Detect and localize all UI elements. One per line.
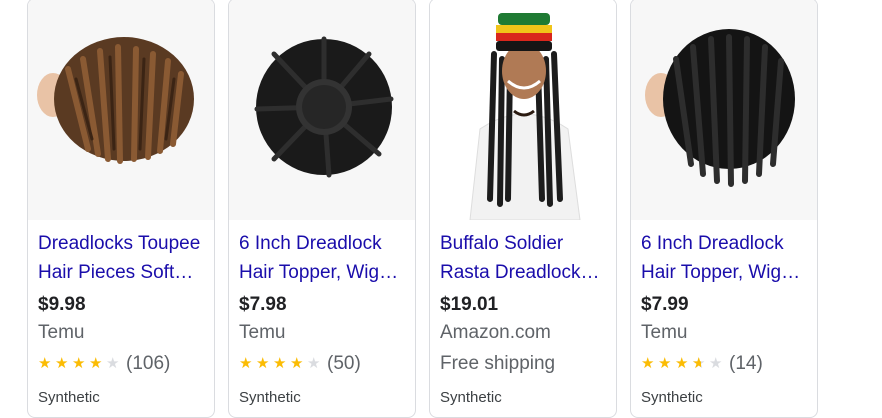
star-half-icon: ★ bbox=[692, 354, 709, 374]
rating-stars: ★ ★ ★ ★ ★ bbox=[239, 354, 324, 374]
star-empty-icon: ★ bbox=[709, 355, 723, 372]
product-image[interactable] bbox=[229, 0, 415, 220]
product-card[interactable]: 6 Inch Dreadlock Hair Topper, Wig… $7.99… bbox=[630, 0, 818, 418]
star-filled-icon: ★ bbox=[675, 355, 689, 372]
product-attribute: Synthetic bbox=[239, 389, 301, 406]
product-card[interactable]: Dreadlocks Toupee Hair Pieces Soft… $9.9… bbox=[27, 0, 215, 418]
star-filled-icon: ★ bbox=[239, 355, 253, 372]
product-price: $19.01 bbox=[440, 294, 499, 315]
rating-stars: ★ ★ ★ ★ ★ bbox=[641, 354, 726, 374]
product-price: $7.99 bbox=[641, 294, 689, 315]
merchant-name: Amazon.com bbox=[440, 322, 551, 343]
star-filled-icon: ★ bbox=[72, 355, 86, 372]
merchant-name: Temu bbox=[239, 322, 286, 343]
product-title-link[interactable]: 6 Inch Dreadlock Hair Topper, Wig… bbox=[239, 229, 407, 287]
product-attribute: Synthetic bbox=[440, 389, 502, 406]
rating-row: ★ ★ ★ ★ ★ (14) bbox=[641, 353, 763, 375]
star-filled-icon: ★ bbox=[256, 355, 270, 372]
dreadlock-topper-black-image bbox=[645, 29, 795, 187]
product-title-link[interactable]: Buffalo Soldier Rasta Dreadlock… bbox=[440, 229, 608, 287]
star-filled-icon: ★ bbox=[641, 355, 655, 372]
star-empty-icon: ★ bbox=[106, 355, 120, 372]
rating-count: (14) bbox=[729, 353, 763, 374]
rating-count: (50) bbox=[327, 353, 361, 374]
product-attribute: Synthetic bbox=[641, 389, 703, 406]
product-image[interactable] bbox=[631, 0, 817, 220]
rasta-hat-wig-model-image bbox=[469, 13, 581, 220]
merchant-name: Temu bbox=[641, 322, 688, 343]
product-attribute: Synthetic bbox=[38, 389, 100, 406]
dreadlock-toupee-brown-image bbox=[37, 37, 194, 164]
shipping-info: Free shipping bbox=[440, 353, 556, 374]
product-price: $7.98 bbox=[239, 294, 287, 315]
product-price: $9.98 bbox=[38, 294, 86, 315]
star-filled-icon: ★ bbox=[290, 355, 304, 372]
star-filled-icon: ★ bbox=[89, 355, 103, 372]
star-filled-icon: ★ bbox=[38, 355, 52, 372]
star-filled-icon: ★ bbox=[55, 355, 69, 372]
product-image[interactable] bbox=[430, 0, 616, 220]
rating-row: ★ ★ ★ ★ ★ (106) bbox=[38, 353, 170, 375]
merchant-name: Temu bbox=[38, 322, 85, 343]
product-title-link[interactable]: Dreadlocks Toupee Hair Pieces Soft… bbox=[38, 229, 206, 287]
rating-row: ★ ★ ★ ★ ★ (50) bbox=[239, 353, 361, 375]
product-card[interactable]: 6 Inch Dreadlock Hair Topper, Wig… $7.98… bbox=[228, 0, 416, 418]
rating-count: (106) bbox=[126, 353, 171, 374]
dreadlock-topper-black-image bbox=[254, 36, 394, 178]
product-image[interactable] bbox=[28, 0, 214, 220]
rating-stars: ★ ★ ★ ★ ★ bbox=[38, 354, 123, 374]
star-filled-icon: ★ bbox=[273, 355, 287, 372]
product-card[interactable]: Buffalo Soldier Rasta Dreadlock… $19.01 … bbox=[429, 0, 617, 418]
star-filled-icon: ★ bbox=[658, 355, 672, 372]
product-title-link[interactable]: 6 Inch Dreadlock Hair Topper, Wig… bbox=[641, 229, 809, 287]
star-empty-icon: ★ bbox=[307, 355, 321, 372]
